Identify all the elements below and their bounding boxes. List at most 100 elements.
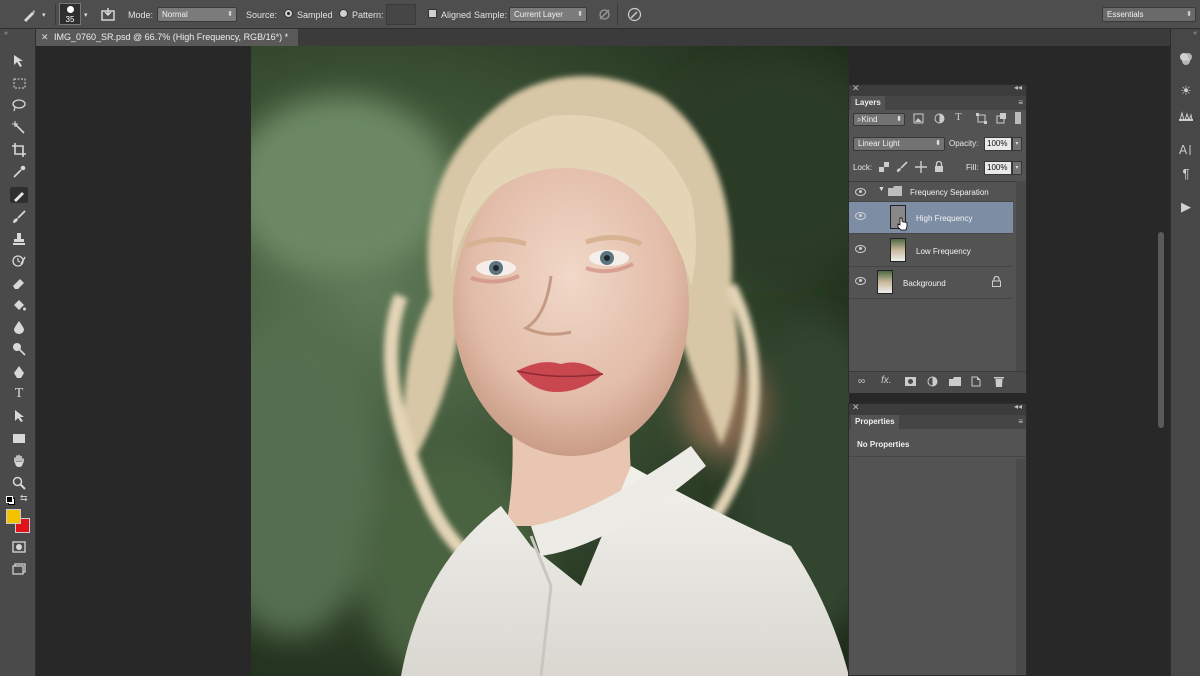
lock-transparent-pixels-icon[interactable]: [879, 162, 889, 175]
layer-row-high-frequency[interactable]: High Frequency: [849, 202, 1013, 234]
screen-mode-icon[interactable]: [10, 561, 28, 577]
actions-panel-icon[interactable]: ▶: [1178, 199, 1194, 215]
panel-menu-icon[interactable]: ≡: [1018, 98, 1023, 107]
collapse-panel-icon[interactable]: ◂◂: [1014, 83, 1022, 92]
layers-tab[interactable]: Layers: [851, 96, 885, 110]
collapse-toolbox-icon[interactable]: »: [4, 30, 8, 37]
updown-arrows-icon: ⬍: [1186, 11, 1192, 18]
lock-position-icon[interactable]: [915, 161, 927, 176]
hand-tool-icon[interactable]: [10, 453, 28, 469]
fx-icon[interactable]: fx.: [881, 375, 892, 386]
new-group-icon[interactable]: [949, 377, 961, 386]
opacity-slider-toggle[interactable]: ▾: [1012, 137, 1022, 151]
tool-preset-dropdown-icon[interactable]: ▾: [42, 0, 46, 29]
fill-input[interactable]: 100%: [984, 161, 1012, 175]
blend-mode-dropdown[interactable]: Linear Light ⬍: [853, 137, 945, 151]
filter-kind-dropdown[interactable]: ⌕Kind ⬍: [853, 113, 905, 126]
dodge-tool-icon[interactable]: [10, 341, 28, 357]
history-brush-tool-icon[interactable]: [10, 253, 28, 269]
collapse-dock-icon[interactable]: «: [1193, 30, 1197, 37]
visibility-eye-icon[interactable]: [855, 212, 866, 220]
panel-menu-icon[interactable]: ≡: [1018, 417, 1023, 426]
sampled-radio[interactable]: [284, 9, 293, 18]
brush-tool-icon[interactable]: [10, 209, 28, 225]
trash-icon[interactable]: [994, 376, 1004, 387]
crop-tool-icon[interactable]: [10, 142, 28, 158]
layer-row-low-frequency[interactable]: Low Frequency: [849, 234, 1013, 267]
close-document-icon[interactable]: ✕: [41, 29, 49, 46]
close-panel-icon[interactable]: ✕: [852, 402, 860, 413]
clone-stamp-tool-icon[interactable]: [10, 231, 28, 247]
add-mask-icon[interactable]: [905, 377, 916, 386]
adjustment-layer-icon[interactable]: [927, 376, 938, 387]
lock-label: Lock:: [853, 163, 873, 172]
move-tool-icon[interactable]: [10, 53, 28, 69]
paint-bucket-tool-icon[interactable]: [10, 297, 28, 313]
default-colors-icon[interactable]: [6, 496, 15, 505]
close-panel-icon[interactable]: ✕: [852, 83, 860, 94]
workspace-value: Essentials: [1107, 10, 1144, 19]
zoom-tool-icon[interactable]: [10, 475, 28, 491]
pattern-picker[interactable]: [386, 4, 416, 25]
expand-group-icon[interactable]: ▼: [878, 186, 885, 193]
foreground-color-swatch[interactable]: [6, 509, 21, 524]
character-panel-icon[interactable]: A: [1178, 141, 1194, 157]
pixel-filter-icon[interactable]: [913, 113, 924, 127]
brush-dropdown-icon[interactable]: ▾: [84, 0, 88, 29]
filter-toggle[interactable]: [1015, 112, 1021, 124]
filter-kind-value: Kind: [861, 115, 878, 124]
spot-healing-brush-tool-icon[interactable]: [10, 187, 28, 203]
lock-all-icon[interactable]: [934, 160, 944, 176]
healing-brush-tool-icon[interactable]: [22, 0, 36, 29]
canvas-vertical-scrollbar[interactable]: [1158, 232, 1164, 428]
quick-mask-icon[interactable]: [10, 539, 28, 555]
shape-filter-icon[interactable]: [976, 113, 987, 127]
properties-tab[interactable]: Properties: [851, 415, 899, 429]
layer-group-row[interactable]: ▼ Frequency Separation: [849, 182, 1013, 202]
swap-colors-icon[interactable]: ⇆: [20, 493, 28, 504]
rectangle-tool-icon[interactable]: [10, 430, 28, 446]
styles-panel-icon[interactable]: [1178, 108, 1194, 124]
fill-slider-toggle[interactable]: ▾: [1012, 161, 1022, 175]
ignore-adjustment-layers-icon[interactable]: [598, 0, 611, 29]
document-title: IMG_0760_SR.psd @ 66.7% (High Frequency,…: [54, 32, 289, 42]
type-filter-icon[interactable]: T: [955, 111, 962, 123]
eyedropper-tool-icon[interactable]: [10, 164, 28, 180]
hand-cursor-icon: [897, 217, 908, 231]
smart-object-filter-icon[interactable]: [996, 113, 1007, 127]
pressure-size-icon[interactable]: [627, 0, 642, 29]
pattern-radio[interactable]: [339, 9, 348, 18]
link-layers-icon[interactable]: ∞: [858, 376, 865, 387]
visibility-eye-icon[interactable]: [855, 245, 866, 253]
type-tool-icon[interactable]: T: [10, 386, 28, 402]
mode-dropdown[interactable]: Normal ⬍: [157, 7, 237, 22]
layers-scrollbar[interactable]: [1016, 181, 1026, 371]
pen-tool-icon[interactable]: [10, 364, 28, 380]
properties-scrollbar[interactable]: [1016, 459, 1026, 675]
portrait-photo[interactable]: [251, 46, 849, 676]
new-layer-icon[interactable]: [971, 376, 981, 387]
aligned-checkbox[interactable]: [428, 9, 437, 18]
adjustment-filter-icon[interactable]: [934, 113, 945, 127]
paragraph-panel-icon[interactable]: ¶: [1178, 165, 1194, 181]
brush-picker[interactable]: 35: [59, 3, 81, 25]
eraser-tool-icon[interactable]: [10, 275, 28, 291]
blur-tool-icon[interactable]: [10, 319, 28, 335]
lasso-tool-icon[interactable]: [10, 97, 28, 113]
source-label: Source:: [246, 9, 278, 20]
collapse-panel-icon[interactable]: ◂◂: [1014, 402, 1022, 411]
path-selection-tool-icon[interactable]: [10, 408, 28, 424]
color-panel-icon[interactable]: [1178, 51, 1194, 67]
layer-row-background[interactable]: Background: [849, 267, 1013, 299]
visibility-eye-icon[interactable]: [855, 188, 866, 196]
visibility-eye-icon[interactable]: [855, 277, 866, 285]
opacity-input[interactable]: 100%: [984, 137, 1012, 151]
lock-image-pixels-icon[interactable]: [896, 161, 908, 176]
document-tab[interactable]: ✕ IMG_0760_SR.psd @ 66.7% (High Frequenc…: [36, 29, 298, 46]
clone-source-panel-icon[interactable]: [101, 0, 115, 29]
adjustments-panel-icon[interactable]: ☀: [1178, 83, 1194, 99]
quick-selection-tool-icon[interactable]: [10, 120, 28, 136]
workspace-dropdown[interactable]: Essentials ⬍: [1102, 7, 1196, 22]
sample-dropdown[interactable]: Current Layer ⬍: [509, 7, 587, 22]
marquee-tool-icon[interactable]: [10, 75, 28, 91]
